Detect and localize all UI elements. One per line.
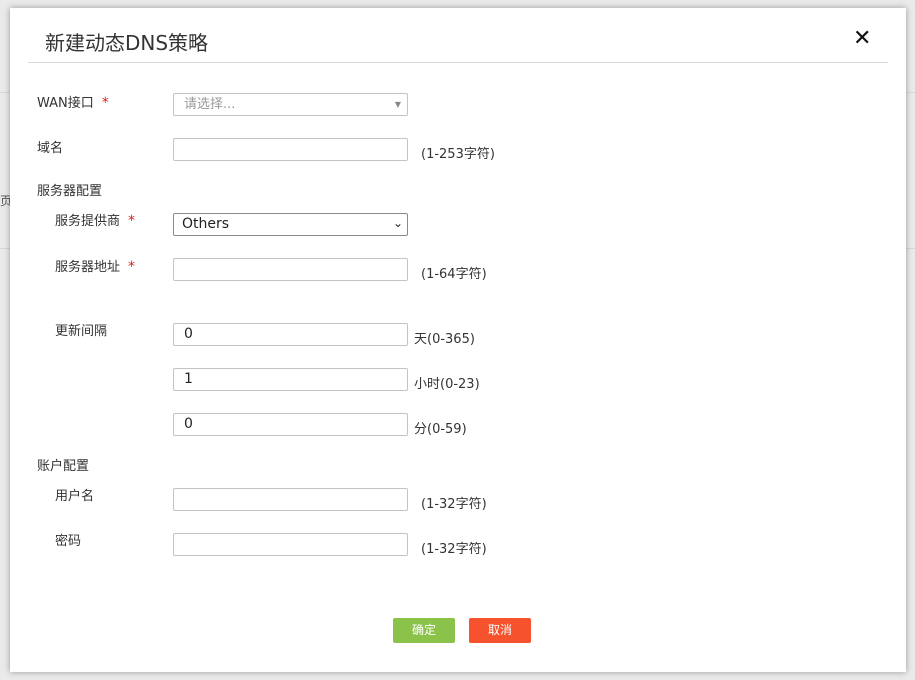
account-section-title: 账户配置	[37, 459, 90, 474]
confirm-button[interactable]: 确定	[393, 618, 455, 643]
username-input[interactable]	[173, 488, 408, 511]
server-address-label: 服务器地址 *	[55, 259, 136, 275]
dropdown-arrow-icon: ▼	[394, 100, 401, 109]
close-icon[interactable]: ✕	[853, 27, 871, 51]
dns-policy-dialog: 新建动态DNS策略 ✕ WAN接口 * 请选择... ▼ 域名 (1-253字符)…	[10, 8, 906, 672]
required-asterisk: *	[128, 213, 136, 229]
domain-hint: (1-253字符)	[421, 147, 495, 162]
interval-hours-input[interactable]: 1	[173, 368, 408, 391]
wan-interface-label: WAN接口 *	[37, 95, 109, 111]
required-asterisk: *	[101, 95, 109, 111]
server-address-hint: (1-64字符)	[421, 267, 487, 282]
provider-label: 服务提供商 *	[55, 213, 136, 229]
username-hint: (1-32字符)	[421, 497, 487, 512]
wan-interface-select[interactable]: 请选择... ▼	[173, 93, 408, 116]
dialog-title: 新建动态DNS策略	[45, 31, 209, 55]
domain-input[interactable]	[173, 138, 408, 161]
interval-minutes-hint: 分(0-59)	[414, 422, 467, 437]
password-hint: (1-32字符)	[421, 542, 487, 557]
interval-minutes-input[interactable]: 0	[173, 413, 408, 436]
interval-days-hint: 天(0-365)	[414, 332, 475, 347]
update-interval-label: 更新间隔	[55, 324, 108, 339]
provider-select[interactable]: Others ⌄	[173, 213, 408, 236]
server-section-title: 服务器配置	[37, 184, 103, 199]
password-input[interactable]	[173, 533, 408, 556]
username-label: 用户名	[55, 489, 95, 504]
password-label: 密码	[55, 534, 82, 549]
domain-label: 域名	[37, 141, 64, 156]
interval-days-input[interactable]: 0	[173, 323, 408, 346]
cancel-button[interactable]: 取消	[469, 618, 531, 643]
wan-interface-placeholder: 请选择...	[184, 97, 236, 112]
interval-hours-hint: 小时(0-23)	[414, 377, 480, 392]
header-divider	[28, 62, 888, 63]
chevron-down-icon: ⌄	[392, 216, 403, 230]
server-address-input[interactable]	[173, 258, 408, 281]
provider-selected-value: Others	[182, 216, 230, 232]
required-asterisk: *	[128, 259, 136, 275]
